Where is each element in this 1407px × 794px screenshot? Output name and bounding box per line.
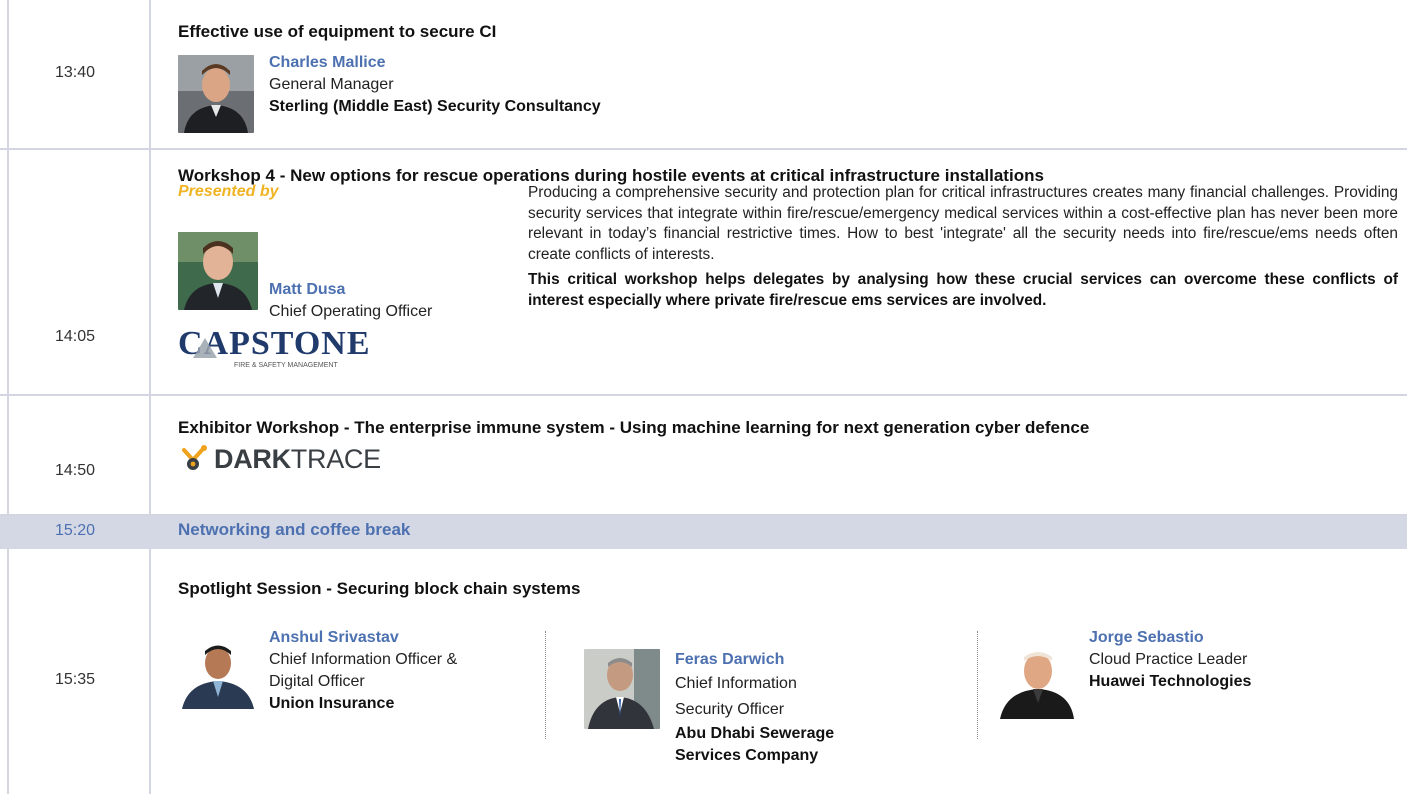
speaker-name: Feras Darwich <box>675 651 785 668</box>
speaker-details: Matt Dusa Chief Operating Officer <box>269 279 432 323</box>
speaker-organisation: Services Company <box>675 747 819 764</box>
description-paragraph: Producing a comprehensive security and p… <box>528 184 1398 263</box>
speaker-name: Anshul Srivastav <box>269 629 399 646</box>
session-time: 14:05 <box>54 328 96 345</box>
speaker-photo-icon <box>998 645 1076 719</box>
capstone-logo-icon: CAPSTONE FIRE & SAFETY MANAGEMENT <box>178 325 370 369</box>
agenda-row-break: 15:20 Networking and coffee break <box>0 516 1407 549</box>
darktrace-wordmark-light: TRACE <box>290 443 381 474</box>
session-content: Workshop 4 - New options for rescue oper… <box>178 150 1399 394</box>
speaker-role: Chief Information Officer & <box>269 651 458 668</box>
session-content: Exhibitor Workshop - The enterprise immu… <box>178 396 1399 514</box>
speaker-role: Cloud Practice Leader <box>1089 651 1248 668</box>
speaker-role: Chief Information <box>675 675 797 692</box>
speaker-details: Charles Mallice General Manager Sterling… <box>269 52 601 118</box>
darktrace-wordmark-bold: DARK <box>214 443 291 474</box>
speaker-separator <box>545 631 546 739</box>
darktrace-emblem-icon <box>182 445 207 470</box>
session-time: 15:35 <box>54 671 96 688</box>
speaker-role: Digital Officer <box>269 673 365 690</box>
break-time: 15:20 <box>54 522 96 539</box>
agenda-row-1450: 14:50 Exhibitor Workshop - The enterpris… <box>0 396 1407 516</box>
speaker-organisation: Union Insurance <box>269 695 395 712</box>
speaker-name: Charles Mallice <box>269 54 386 71</box>
speaker-photo-icon <box>178 55 254 133</box>
darktrace-logo: DARKTRACE <box>178 442 381 476</box>
speaker-details: Jorge Sebastio Cloud Practice Leader Hua… <box>1089 627 1251 693</box>
speaker-photo-icon <box>584 649 660 729</box>
speaker-organisation: Huawei Technologies <box>1089 673 1252 690</box>
session-content: Spotlight Session - Securing block chain… <box>178 549 1399 794</box>
speaker-organisation: Abu Dhabi Sewerage <box>675 725 835 742</box>
session-title: Effective use of equipment to secure CI <box>178 22 497 41</box>
session-content: Effective use of equipment to secure CI … <box>178 0 1399 148</box>
speaker-organisation: Sterling (Middle East) Security Consulta… <box>269 98 601 115</box>
speaker-photo <box>584 649 660 729</box>
speaker-photo <box>998 645 1076 719</box>
speaker-separator <box>977 631 978 739</box>
break-content: Networking and coffee break <box>178 516 1399 549</box>
speaker-photo <box>178 232 258 310</box>
session-title: Exhibitor Workshop - The enterprise immu… <box>178 418 1090 437</box>
description-highlight: This critical workshop helps delegates b… <box>528 271 1398 309</box>
agenda-row-1340: 13:40 Effective use of equipment to secu… <box>0 0 1407 150</box>
agenda-row-1405: 14:05 Workshop 4 - New options for rescu… <box>0 150 1407 396</box>
session-description: Producing a comprehensive security and p… <box>528 183 1398 311</box>
speaker-name: Jorge Sebastio <box>1089 629 1204 646</box>
speaker-photo <box>178 641 258 709</box>
speaker-photo-icon <box>178 641 258 709</box>
speaker-role: General Manager <box>269 76 394 93</box>
presented-by-label: Presented by <box>178 183 279 200</box>
session-title: Spotlight Session - Securing block chain… <box>178 579 581 598</box>
agenda-row-1535: 15:35 Spotlight Session - Securing block… <box>0 549 1407 794</box>
speaker-details: Anshul Srivastav Chief Information Offic… <box>269 627 457 715</box>
capstone-logo: CAPSTONE FIRE & SAFETY MANAGEMENT <box>178 318 378 370</box>
session-time: 14:50 <box>54 462 96 479</box>
break-title: Networking and coffee break <box>178 520 411 539</box>
capstone-logo-tagline: FIRE & SAFETY MANAGEMENT <box>234 362 338 369</box>
speaker-name: Matt Dusa <box>269 281 346 298</box>
darktrace-wordmark: DARKTRACE <box>214 444 381 475</box>
speaker-details: Feras Darwich Chief Information Security… <box>675 649 834 767</box>
speaker-role: Security Officer <box>675 701 785 718</box>
speaker-photo <box>178 55 254 133</box>
session-time: 13:40 <box>54 64 96 81</box>
speaker-photo-icon <box>178 232 258 310</box>
